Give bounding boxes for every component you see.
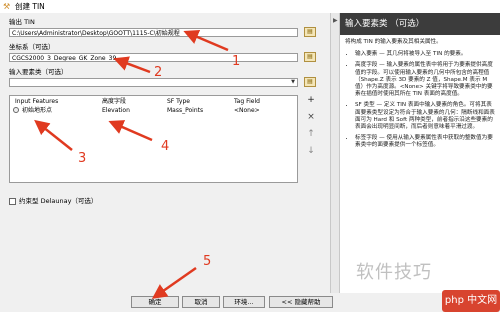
collapse-arrow-icon[interactable]: ▶ — [333, 17, 338, 24]
col-tag-field: Tag Field — [234, 98, 260, 105]
input-features-table: Input Features 高度字段 SF Type Tag Field 初始… — [9, 95, 298, 183]
constrained-delaunay-label: 约束型 Delaunay（可选） — [19, 197, 98, 205]
watermark: 软件技巧 — [356, 262, 432, 283]
cell-height-field[interactable]: Elevation — [102, 107, 130, 114]
hide-help-button[interactable]: << 隐藏帮助 — [269, 296, 333, 308]
cell-tag-field[interactable]: <None> — [234, 107, 260, 114]
help-item: SF 类型 — 定义 TIN 表面中输入要素的角色。可将其表面要素类型设定为符合… — [355, 102, 496, 131]
title-bar: ⚒ 创建 TIN — [0, 0, 500, 13]
browse-output-button[interactable]: ▤ — [304, 27, 316, 37]
cell-sf-type[interactable]: Mass_Points — [167, 107, 203, 114]
tool-icon: ⚒ — [3, 2, 11, 11]
help-item: 高度字段 — 输入要素的属性表中将用于为要素提供高度值的字段。可以使用输入要素的… — [355, 62, 496, 98]
output-tin-field[interactable]: C:\Users\Administrator\Desktop\GOOTT\111… — [9, 28, 298, 37]
help-body: 将构成 TIN 的输入要素及其相关属性。 输入要素 — 其几何将被导入至 TIN… — [340, 35, 500, 154]
crs-field[interactable]: CGCS2000_3_Degree_GK_Zone_39 — [9, 53, 298, 62]
annotation-2: 2 — [154, 65, 163, 80]
site-badge: php 中文网 — [442, 290, 500, 312]
help-list: 输入要素 — 其几何将被导入至 TIN 的要素。 高度字段 — 输入要素的属性表… — [345, 51, 496, 149]
annotation-4: 4 — [161, 139, 170, 154]
parameters-panel: 输出 TIN C:\Users\Administrator\Desktop\GO… — [0, 13, 330, 312]
help-item: 标签字段 — 使用从输入要素属性表中获取的整数值为要素类中的面要素提供一个标签值… — [355, 135, 496, 149]
input-features-label: 输入要素类（可选） — [9, 68, 68, 76]
move-down-icon[interactable]: ↓ — [305, 146, 317, 157]
environments-button[interactable]: 环境... — [223, 296, 265, 308]
crs-properties-button[interactable]: ▤ — [304, 52, 316, 62]
constrained-delaunay-checkbox[interactable] — [9, 198, 16, 205]
help-title: 输入要素类 （可选） — [340, 13, 500, 35]
add-row-icon[interactable]: + — [305, 95, 317, 106]
col-sf-type: SF Type — [167, 98, 190, 105]
help-item: 输入要素 — 其几何将被导入至 TIN 的要素。 — [355, 51, 496, 58]
crs-label: 坐标系（可选） — [9, 43, 55, 51]
annotation-3: 3 — [78, 151, 87, 166]
browse-input-button[interactable]: ▤ — [304, 77, 316, 87]
cell-input-feature[interactable]: 初始地形点 — [22, 107, 52, 114]
help-intro: 将构成 TIN 的输入要素及其相关属性。 — [345, 39, 442, 45]
chevron-down-icon[interactable]: ▼ — [289, 79, 297, 86]
annotation-5: 5 — [203, 254, 212, 269]
output-tin-label: 输出 TIN — [9, 18, 35, 26]
ok-button[interactable]: 确定 — [131, 296, 179, 308]
remove-row-icon[interactable]: × — [305, 112, 317, 123]
col-input-features: Input Features — [15, 98, 59, 105]
panel-splitter[interactable]: ▶ — [330, 13, 340, 293]
window-title: 创建 TIN — [15, 2, 45, 11]
col-height-field: 高度字段 — [102, 98, 127, 105]
help-panel: 输入要素类 （可选） 将构成 TIN 的输入要素及其相关属性。 输入要素 — 其… — [340, 13, 500, 293]
move-up-icon[interactable]: ↑ — [305, 129, 317, 140]
row-select-icon[interactable] — [13, 107, 19, 113]
annotation-1: 1 — [232, 54, 241, 69]
cancel-button[interactable]: 取消 — [182, 296, 220, 308]
button-bar: 确定 取消 环境... << 隐藏帮助 — [0, 293, 500, 312]
